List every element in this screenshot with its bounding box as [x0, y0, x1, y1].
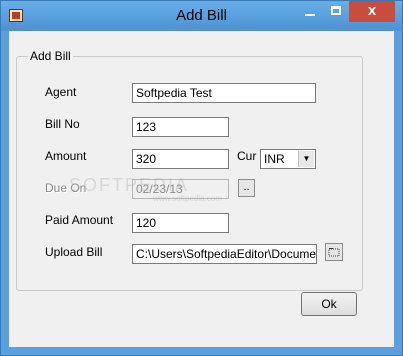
title-bar[interactable]: Add Bill x [1, 1, 402, 31]
bill-no-label: Bill No [45, 117, 80, 131]
upload-bill-field[interactable]: C:\Users\SoftpediaEditor\Documents [132, 244, 317, 264]
paid-amount-label: Paid Amount [45, 213, 114, 227]
minimize-icon[interactable] [297, 2, 323, 22]
dialog-client-area: Add Bill Agent Softpedia Test Bill No 12… [9, 31, 394, 347]
currency-label: Cur [237, 149, 257, 163]
close-icon[interactable]: x [349, 1, 395, 22]
ok-button[interactable]: Ok [301, 292, 357, 316]
folder-browse-icon [328, 248, 340, 257]
maximize-icon[interactable] [324, 2, 350, 22]
paid-amount-field[interactable]: 120 [132, 213, 229, 233]
amount-field[interactable]: 320 [132, 149, 229, 169]
due-on-date-button[interactable]: .. [238, 179, 255, 197]
currency-select[interactable]: INR ▼ [260, 149, 316, 169]
agent-label: Agent [45, 85, 77, 99]
agent-field[interactable]: Softpedia Test [132, 83, 316, 103]
upload-bill-label: Upload Bill [45, 245, 103, 259]
watermark-subtext: www.softpedia.com [153, 194, 222, 203]
chevron-down-icon[interactable]: ▼ [298, 151, 314, 167]
watermark: SOFTPEDIA [69, 175, 190, 195]
add-bill-window: Add Bill x Add Bill Agent Softpedia Test… [0, 0, 403, 356]
currency-value: INR [264, 152, 285, 166]
upload-browse-button[interactable] [325, 243, 343, 261]
bill-no-field[interactable]: 123 [132, 117, 229, 137]
groupbox-label: Add Bill [28, 49, 73, 63]
amount-label: Amount [45, 149, 87, 163]
